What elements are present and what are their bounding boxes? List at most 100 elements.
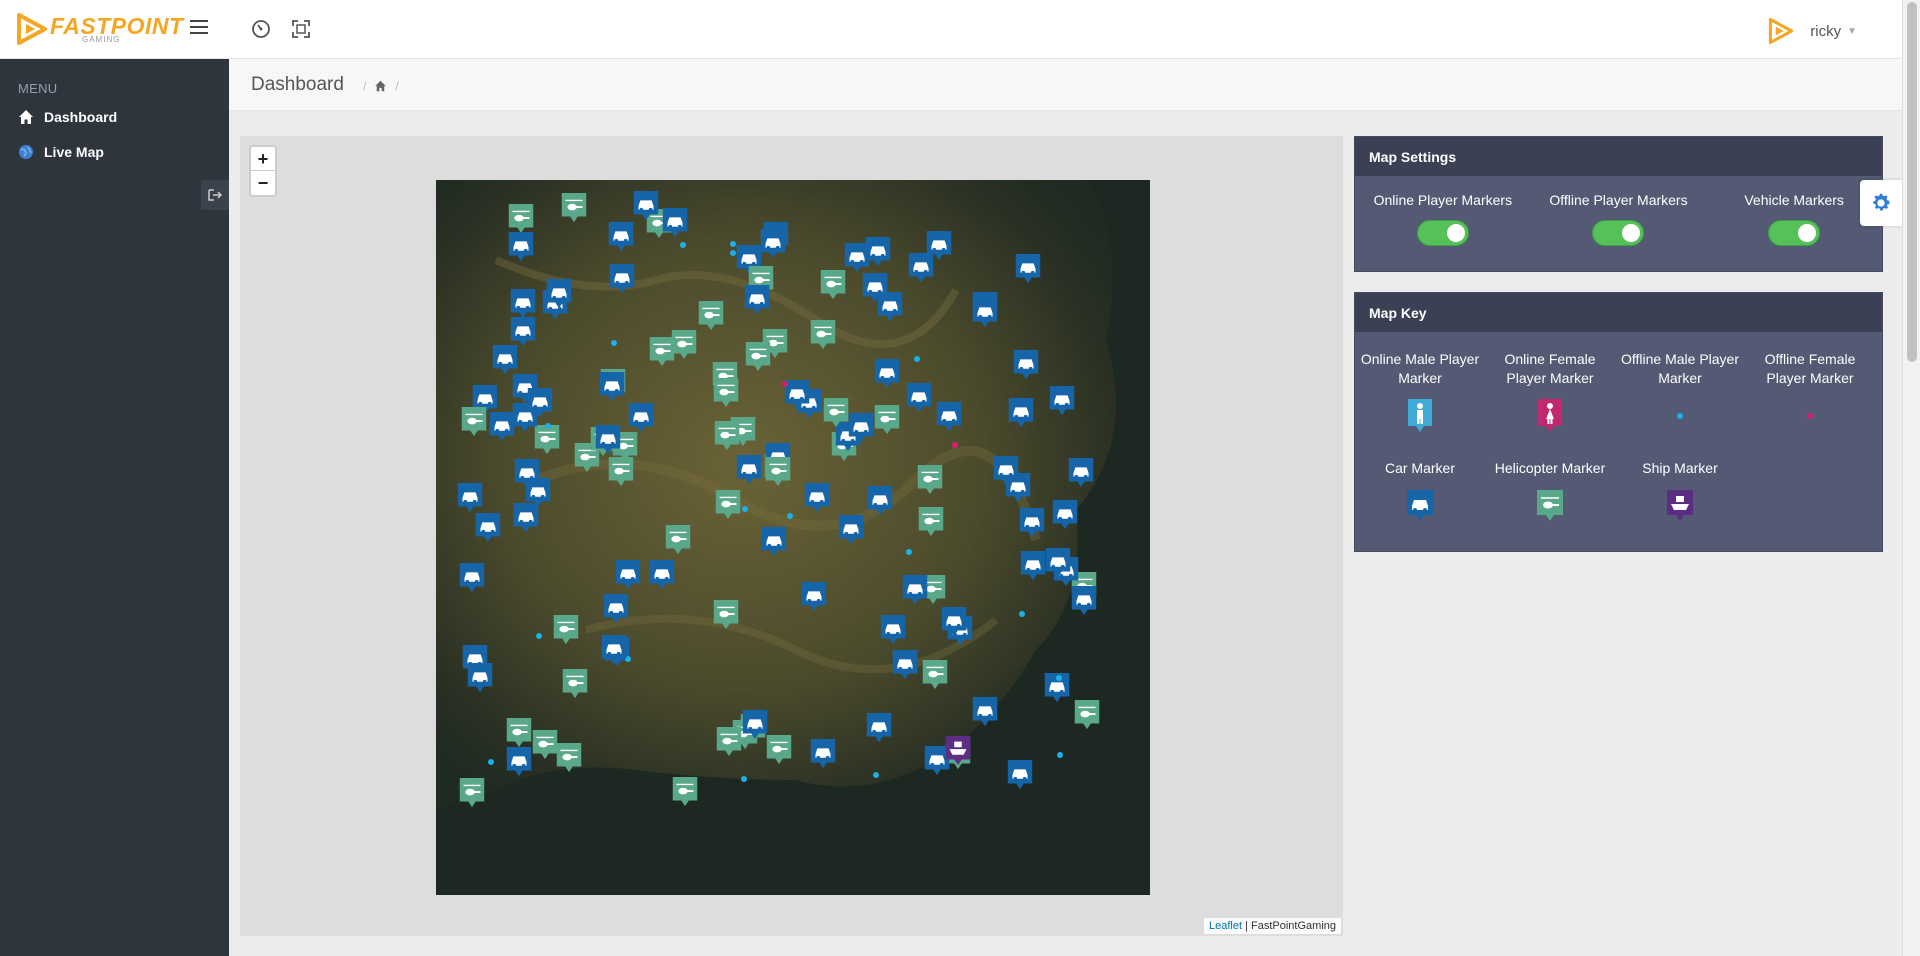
offline-player-dot[interactable] <box>740 770 748 788</box>
car-marker[interactable] <box>661 207 689 244</box>
car-marker[interactable] <box>843 242 871 279</box>
offline-player-dot[interactable] <box>905 543 913 561</box>
car-marker[interactable] <box>760 526 788 563</box>
helicopter-marker[interactable] <box>560 192 588 229</box>
car-marker[interactable] <box>873 358 901 395</box>
offline-player-dot[interactable] <box>1055 669 1063 687</box>
car-marker[interactable] <box>594 424 622 461</box>
user-menu[interactable]: ricky ▼ <box>1766 16 1857 46</box>
car-marker[interactable] <box>735 454 763 491</box>
helicopter-marker[interactable] <box>822 397 850 434</box>
helicopter-marker[interactable] <box>697 300 725 337</box>
helicopter-marker[interactable] <box>764 456 792 493</box>
page-scrollbar[interactable] <box>1902 0 1920 956</box>
helicopter-marker[interactable] <box>917 506 945 543</box>
helicopter-marker[interactable] <box>460 406 488 443</box>
car-marker[interactable] <box>456 482 484 519</box>
car-marker[interactable] <box>901 574 929 611</box>
car-marker[interactable] <box>1007 397 1035 434</box>
ship-marker[interactable] <box>944 735 972 772</box>
car-marker[interactable] <box>526 387 554 424</box>
helicopter-marker[interactable] <box>555 742 583 779</box>
car-marker[interactable] <box>759 228 787 265</box>
car-marker[interactable] <box>600 634 628 671</box>
settings-gear-button[interactable] <box>1860 180 1902 226</box>
car-marker[interactable] <box>491 344 519 381</box>
car-marker[interactable] <box>632 190 660 227</box>
collapse-sidebar-button[interactable] <box>201 180 229 210</box>
car-marker[interactable] <box>803 482 831 519</box>
helicopter-marker[interactable] <box>1073 699 1101 736</box>
helicopter-marker[interactable] <box>819 269 847 306</box>
car-marker[interactable] <box>1006 759 1034 796</box>
car-marker[interactable] <box>847 412 875 449</box>
car-marker[interactable] <box>891 649 919 686</box>
car-marker[interactable] <box>513 458 541 495</box>
offline-player-dot[interactable] <box>741 500 749 518</box>
helicopter-marker[interactable] <box>648 336 676 373</box>
online-player-markers-toggle[interactable] <box>1416 220 1469 246</box>
offline-female-dot[interactable] <box>951 436 959 454</box>
offline-player-dot[interactable] <box>1056 746 1064 764</box>
car-marker[interactable] <box>507 231 535 268</box>
car-marker[interactable] <box>879 614 907 651</box>
car-marker[interactable] <box>607 221 635 258</box>
vehicle-markers-toggle[interactable] <box>1768 220 1821 246</box>
car-marker[interactable] <box>545 278 573 315</box>
car-marker[interactable] <box>865 712 893 749</box>
car-marker[interactable] <box>614 559 642 596</box>
helicopter-marker[interactable] <box>714 489 742 526</box>
car-marker[interactable] <box>1044 547 1072 584</box>
helicopter-marker[interactable] <box>458 777 486 814</box>
map-tile-image[interactable] <box>436 180 1150 895</box>
car-marker[interactable] <box>466 662 494 699</box>
offline-player-markers-toggle[interactable] <box>1592 220 1645 246</box>
home-icon[interactable] <box>374 80 387 92</box>
sidebar-item-dashboard[interactable]: Dashboard <box>18 109 117 125</box>
offline-female-dot[interactable] <box>781 375 789 393</box>
car-marker[interactable] <box>1014 253 1042 290</box>
offline-player-dot[interactable] <box>729 235 737 253</box>
leaflet-link[interactable]: Leaflet <box>1209 920 1242 932</box>
helicopter-marker[interactable] <box>921 659 949 696</box>
menu-toggle-icon[interactable] <box>190 20 208 36</box>
car-marker[interactable] <box>741 709 769 746</box>
helicopter-marker[interactable] <box>713 420 741 457</box>
car-marker[interactable] <box>992 455 1020 492</box>
car-marker[interactable] <box>1018 507 1046 544</box>
helicopter-marker[interactable] <box>873 404 901 441</box>
car-marker[interactable] <box>940 606 968 643</box>
car-marker[interactable] <box>809 738 837 775</box>
helicopter-marker[interactable] <box>916 464 944 501</box>
car-marker[interactable] <box>512 502 540 539</box>
zoom-out-button[interactable]: − <box>251 171 275 195</box>
fastpoint-logo[interactable]: FASTPOINT GAMING <box>16 12 184 46</box>
car-marker[interactable] <box>1019 550 1047 587</box>
car-marker[interactable] <box>876 291 904 328</box>
helicopter-marker[interactable] <box>552 614 580 651</box>
offline-player-dot[interactable] <box>872 766 880 784</box>
car-marker[interactable] <box>1012 349 1040 386</box>
car-marker[interactable] <box>598 371 626 408</box>
helicopter-marker[interactable] <box>671 776 699 813</box>
offline-player-dot[interactable] <box>786 507 794 525</box>
car-marker[interactable] <box>627 402 655 439</box>
helicopter-marker[interactable] <box>715 726 743 763</box>
live-map[interactable]: + − Leaflet | FastPointGaming <box>240 136 1343 936</box>
offline-player-dot[interactable] <box>610 334 618 352</box>
car-marker[interactable] <box>608 263 636 300</box>
car-marker[interactable] <box>1048 385 1076 422</box>
car-marker[interactable] <box>505 746 533 783</box>
helicopter-marker[interactable] <box>712 599 740 636</box>
car-marker[interactable] <box>905 382 933 419</box>
car-marker[interactable] <box>971 297 999 334</box>
helicopter-marker[interactable] <box>561 668 589 705</box>
fullscreen-icon[interactable] <box>290 18 312 40</box>
helicopter-marker[interactable] <box>744 341 772 378</box>
car-marker[interactable] <box>458 562 486 599</box>
car-marker[interactable] <box>837 514 865 551</box>
car-marker[interactable] <box>1051 499 1079 536</box>
offline-player-dot[interactable] <box>1018 605 1026 623</box>
car-marker[interactable] <box>648 559 676 596</box>
helicopter-marker[interactable] <box>712 377 740 414</box>
